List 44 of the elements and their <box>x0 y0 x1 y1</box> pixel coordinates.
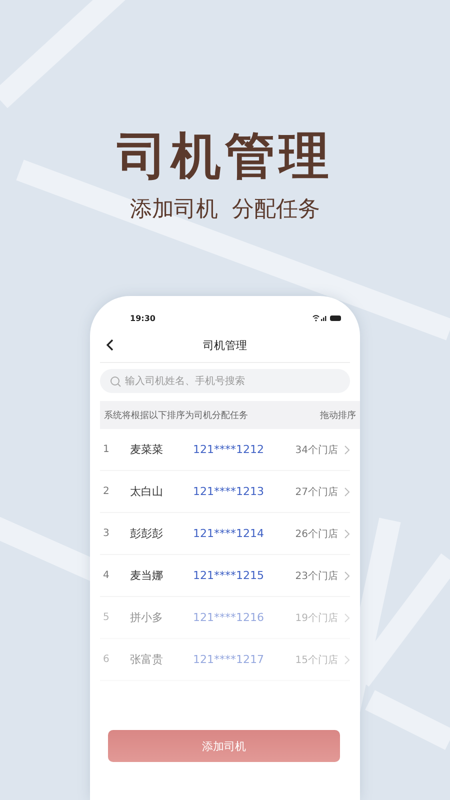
drag-sort-button[interactable]: 拖动排序 <box>320 408 356 422</box>
store-count: 23个门店 <box>294 570 338 582</box>
headline: 司机管理 <box>117 126 333 186</box>
driver-row[interactable]: 3 彭彭彭 121****1214 26个门店 <box>100 513 350 555</box>
driver-name: 麦当娜 <box>130 568 164 583</box>
driver-name: 拼小多 <box>130 610 164 625</box>
row-index: 2 <box>102 486 110 497</box>
store-count: 15个门店 <box>294 654 338 666</box>
chevron-icon <box>344 486 350 496</box>
chevron-icon <box>344 612 350 622</box>
driver-phone: 121****1212 <box>193 443 265 456</box>
driver-phone: 121****1213 <box>193 485 265 498</box>
store-count: 27个门店 <box>294 486 338 498</box>
chevron-icon <box>344 654 350 664</box>
driver-row[interactable]: 4 麦当娜 121****1215 23个门店 <box>100 555 350 597</box>
driver-phone: 121****1214 <box>193 527 265 540</box>
driver-phone: 121****1216 <box>193 611 265 624</box>
driver-name: 张富贵 <box>130 652 164 667</box>
driver-phone: 121****1215 <box>193 569 265 582</box>
status-time: 19:30 <box>130 314 156 322</box>
status-icons-drawing <box>312 314 342 322</box>
notice-text: 系统将根据以下排序为司机分配任务 <box>104 410 248 422</box>
row-index: 6 <box>102 654 110 665</box>
store-count: 26个门店 <box>294 528 338 540</box>
page-title: 司机管理 <box>203 338 247 352</box>
row-index: 5 <box>102 612 110 623</box>
row-index: 4 <box>102 570 110 581</box>
chevron-icon <box>344 528 350 538</box>
driver-name: 麦菜菜 <box>130 442 164 457</box>
chevron-icon <box>344 444 350 454</box>
driver-name: 彭彭彭 <box>130 526 164 541</box>
row-index: 3 <box>102 528 110 539</box>
driver-row[interactable]: 1 麦菜菜 121****1212 34个门店 <box>100 429 350 471</box>
driver-row[interactable]: 2 太白山 121****1213 27个门店 <box>100 471 350 513</box>
store-count: 19个门店 <box>294 612 338 624</box>
row-index: 1 <box>102 444 110 455</box>
driver-phone: 121****1217 <box>193 653 265 666</box>
back-icon[interactable] <box>106 339 114 351</box>
driver-name: 太白山 <box>130 484 164 499</box>
subtitle: 添加司机 分配任务 <box>130 196 320 224</box>
search-icon <box>110 376 121 386</box>
chevron-icon <box>344 570 350 580</box>
store-count: 34个门店 <box>294 444 338 456</box>
search-field[interactable]: 输入司机姓名、手机号搜索 <box>100 369 350 393</box>
